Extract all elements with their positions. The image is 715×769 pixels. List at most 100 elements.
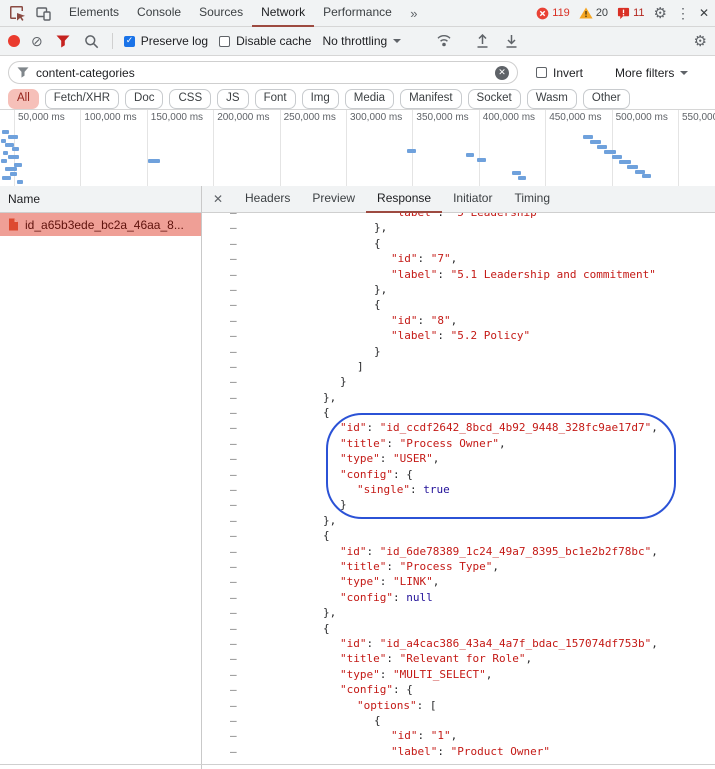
tab-performance[interactable]: Performance — [314, 0, 401, 27]
more-panels-icon[interactable]: » — [401, 0, 427, 26]
timeline-request-bar[interactable] — [407, 149, 416, 153]
fold-marker-icon[interactable]: – — [230, 574, 237, 589]
timeline-request-bar[interactable] — [597, 145, 607, 149]
preserve-log-checkbox[interactable]: Preserve log — [123, 34, 208, 48]
throttling-dropdown[interactable]: No throttling — [322, 34, 402, 48]
fold-marker-icon[interactable]: – — [230, 220, 237, 235]
filter-chip-fetch-xhr[interactable]: Fetch/XHR — [44, 89, 120, 109]
search-icon[interactable] — [83, 28, 101, 54]
name-column-header[interactable]: Name — [0, 186, 201, 213]
tab-console[interactable]: Console — [128, 0, 190, 27]
import-har-icon[interactable] — [473, 28, 491, 54]
filter-toggle-icon[interactable] — [54, 28, 72, 54]
inspect-element-icon[interactable] — [4, 0, 30, 26]
tab-headers[interactable]: Headers — [234, 186, 301, 213]
tab-preview[interactable]: Preview — [301, 186, 366, 213]
tab-elements[interactable]: Elements — [60, 0, 128, 27]
export-har-icon[interactable] — [502, 28, 520, 54]
timeline-request-bar[interactable] — [619, 160, 631, 164]
fold-marker-icon[interactable]: – — [230, 374, 237, 389]
issues-badge[interactable]: 11 — [617, 7, 644, 20]
warning-badge[interactable]: 20 — [579, 7, 608, 19]
close-detail-icon[interactable]: ✕ — [202, 192, 234, 206]
tab-network[interactable]: Network — [252, 0, 314, 27]
fold-marker-icon[interactable]: – — [230, 544, 237, 559]
clear-filter-icon[interactable]: ✕ — [495, 65, 509, 80]
filter-chip-manifest[interactable]: Manifest — [400, 89, 462, 109]
fold-marker-icon[interactable]: – — [230, 313, 237, 328]
fold-marker-icon[interactable]: – — [230, 682, 237, 697]
fold-marker-icon[interactable]: – — [230, 497, 237, 512]
fold-marker-icon[interactable]: – — [230, 605, 237, 620]
network-conditions-icon[interactable] — [434, 28, 454, 54]
timeline-request-bar[interactable] — [627, 165, 638, 169]
tab-response[interactable]: Response — [366, 186, 442, 213]
timeline-request-bar[interactable] — [477, 158, 486, 162]
timeline-request-bar[interactable] — [1, 159, 7, 163]
request-row[interactable]: id_a65b3ede_bc2a_46aa_8... — [0, 213, 201, 236]
filter-chip-img[interactable]: Img — [301, 89, 339, 109]
fold-marker-icon[interactable]: – — [230, 344, 237, 359]
filter-chip-media[interactable]: Media — [344, 89, 395, 109]
fold-marker-icon[interactable]: – — [230, 744, 237, 759]
fold-marker-icon[interactable]: – — [230, 359, 237, 374]
fold-marker-icon[interactable]: – — [230, 236, 237, 251]
fold-marker-icon[interactable]: – — [230, 390, 237, 405]
fold-marker-icon[interactable]: – — [230, 213, 237, 220]
filter-input[interactable]: content-categories ✕ — [8, 61, 518, 84]
timeline-request-bar[interactable] — [612, 155, 622, 159]
timeline-request-bar[interactable] — [2, 130, 9, 134]
filter-chip-all[interactable]: All — [8, 89, 39, 109]
timeline-request-bar[interactable] — [2, 176, 11, 180]
network-overview-timeline[interactable]: 50,000 ms 100,000 ms 150,000 ms 200,000 ms 2… — [0, 110, 715, 187]
fold-marker-icon[interactable]: – — [230, 297, 237, 312]
fold-marker-icon[interactable]: – — [230, 713, 237, 728]
clear-network-log-icon[interactable]: ⊘ — [31, 34, 43, 48]
fold-marker-icon[interactable]: – — [230, 728, 237, 743]
close-devtools-icon[interactable]: ✕ — [699, 7, 709, 19]
timeline-request-bar[interactable] — [583, 135, 593, 139]
fold-marker-icon[interactable]: – — [230, 651, 237, 666]
filter-chip-other[interactable]: Other — [582, 89, 630, 109]
timeline-request-bar[interactable] — [5, 167, 17, 171]
error-badge[interactable]: 119 — [536, 7, 570, 20]
fold-marker-icon[interactable]: – — [230, 436, 237, 451]
fold-marker-icon[interactable]: – — [230, 482, 237, 497]
timeline-request-bar[interactable] — [642, 174, 651, 178]
fold-marker-icon[interactable]: – — [230, 451, 237, 466]
timeline-request-bar[interactable] — [590, 140, 601, 144]
timeline-request-bar[interactable] — [512, 171, 521, 175]
filter-chip-socket[interactable]: Socket — [467, 89, 521, 109]
fold-marker-icon[interactable]: – — [230, 420, 237, 435]
device-toolbar-icon[interactable] — [30, 0, 56, 26]
fold-marker-icon[interactable]: – — [230, 513, 237, 528]
response-viewer[interactable]: –"label": "5 Leadership"–},–{–"id": "7",… — [202, 213, 715, 769]
invert-filter-checkbox[interactable]: Invert — [536, 66, 583, 80]
timeline-request-bar[interactable] — [8, 135, 18, 139]
timeline-request-bar[interactable] — [17, 180, 23, 184]
timeline-request-bar[interactable] — [148, 159, 160, 163]
timeline-request-bar[interactable] — [8, 155, 19, 159]
timeline-request-bar[interactable] — [466, 153, 474, 157]
timeline-request-bar[interactable] — [10, 172, 17, 176]
filter-chip-js[interactable]: JS — [217, 89, 249, 109]
timeline-request-bar[interactable] — [12, 147, 19, 151]
fold-marker-icon[interactable]: – — [230, 559, 237, 574]
fold-marker-icon[interactable]: – — [230, 251, 237, 266]
timeline-request-bar[interactable] — [518, 176, 526, 180]
disable-cache-checkbox[interactable]: Disable cache — [219, 34, 311, 48]
record-network-log-button[interactable] — [8, 35, 20, 47]
more-filters-dropdown[interactable]: More filters — [615, 66, 689, 80]
filter-chip-css[interactable]: CSS — [169, 89, 212, 109]
tab-initiator[interactable]: Initiator — [442, 186, 503, 213]
kebab-menu-icon[interactable]: ⋮ — [676, 6, 690, 20]
fold-marker-icon[interactable]: – — [230, 467, 237, 482]
tab-timing[interactable]: Timing — [503, 186, 561, 213]
settings-gear-icon[interactable]: ⚙ — [653, 6, 666, 21]
fold-marker-icon[interactable]: – — [230, 621, 237, 636]
fold-marker-icon[interactable]: – — [230, 267, 237, 282]
filter-chip-font[interactable]: Font — [254, 89, 296, 109]
fold-marker-icon[interactable]: – — [230, 282, 237, 297]
fold-marker-icon[interactable]: – — [230, 405, 237, 420]
fold-marker-icon[interactable]: – — [230, 636, 237, 651]
